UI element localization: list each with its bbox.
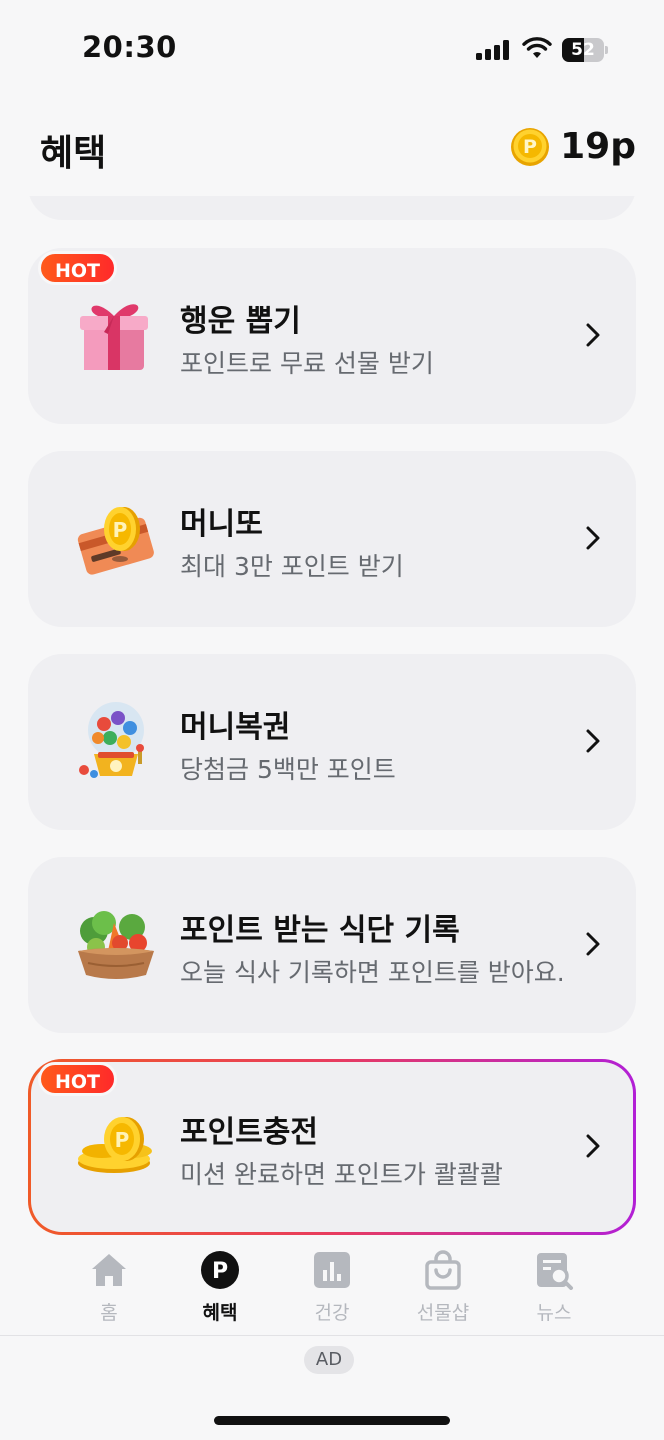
tab-label: 건강 [314,1302,350,1324]
vegetable-basket-icon [78,911,154,979]
tab-label: 혜택 [202,1302,238,1324]
card-title: 포인트 받는 식단 기록 [180,913,460,948]
chevron-right-icon [586,729,600,753]
card-title: 머니복권 [180,710,291,745]
tab-gift-shop[interactable]: 선물샵 [393,1250,493,1334]
point-icon: P [201,1251,239,1289]
gift-box-icon [80,304,148,370]
points-balance[interactable]: P 19p [510,126,636,167]
wifi-icon [522,37,552,58]
news-search-icon [537,1253,573,1290]
svg-text:P: P [113,518,128,542]
hot-badge: HOT [38,251,118,285]
tab-label: 홈 [100,1302,118,1324]
svg-text:P: P [115,1128,130,1152]
benefits-list[interactable]: HOT 행운 뽑기 포인트로 무료 선물 받기 P 머니또 최대 3만 포인트 … [0,196,664,1240]
coin-card-icon: P [77,507,154,575]
chevron-right-icon [586,323,600,347]
card-title: 포인트충전 [180,1115,318,1150]
chevron-right-icon [586,1134,600,1158]
tab-benefits[interactable]: P 혜택 [170,1250,270,1334]
partial-card[interactable] [28,196,636,220]
status-time: 20:30 [82,30,177,64]
tab-home[interactable]: 홈 [59,1250,159,1334]
card-title: 머니또 [180,507,263,542]
page-title: 혜택 [40,133,107,174]
ad-label[interactable]: AD [304,1346,354,1374]
card-meal-record[interactable]: 포인트 받는 식단 기록 오늘 식사 기록하면 포인트를 받아요. [28,857,636,1033]
svg-text:P: P [523,136,537,158]
tab-label: 뉴스 [536,1302,572,1324]
card-lucky-draw[interactable]: 행운 뽑기 포인트로 무료 선물 받기 [28,248,636,424]
status-bar: 20:30 52 [0,0,664,96]
battery-level: 52 [571,40,595,60]
home-icon [92,1254,126,1286]
chevron-right-icon [586,932,600,956]
card-title: 행운 뽑기 [180,304,301,339]
points-value: 19p [560,126,636,167]
chart-icon [314,1252,350,1288]
home-indicator[interactable] [214,1416,450,1425]
coin-stack-icon: P [78,1117,152,1173]
tab-health[interactable]: 건강 [282,1250,382,1334]
card-subtitle: 미션 완료하면 포인트가 콸콸콸 [180,1160,503,1189]
lottery-machine-icon [79,702,144,778]
card-point-charge[interactable]: P 포인트충전 미션 완료하면 포인트가 콸콸콸 [28,1059,636,1235]
page-header: 혜택 P 19p [0,96,664,196]
card-subtitle: 당첨금 5백만 포인트 [180,755,396,784]
card-moneytto[interactable]: P 머니또 최대 3만 포인트 받기 [28,451,636,627]
shopping-bag-icon [425,1250,461,1290]
bottom-tab-bar: 홈 P 혜택 건강 선물샵 뉴스 [0,1240,664,1336]
card-subtitle: 포인트로 무료 선물 받기 [180,349,434,378]
tab-news[interactable]: 뉴스 [504,1250,604,1334]
chevron-right-icon [586,526,600,550]
point-coin-icon: P [511,127,550,166]
hot-badge: HOT [38,1062,118,1096]
battery-icon: 52 [562,38,608,62]
svg-text:P: P [212,1259,228,1284]
cellular-signal-icon [476,40,510,60]
card-subtitle: 오늘 식사 기록하면 포인트를 받아요. [180,958,565,987]
tab-label: 선물샵 [416,1302,470,1324]
card-money-lottery[interactable]: 머니복권 당첨금 5백만 포인트 [28,654,636,830]
card-subtitle: 최대 3만 포인트 받기 [180,552,404,581]
